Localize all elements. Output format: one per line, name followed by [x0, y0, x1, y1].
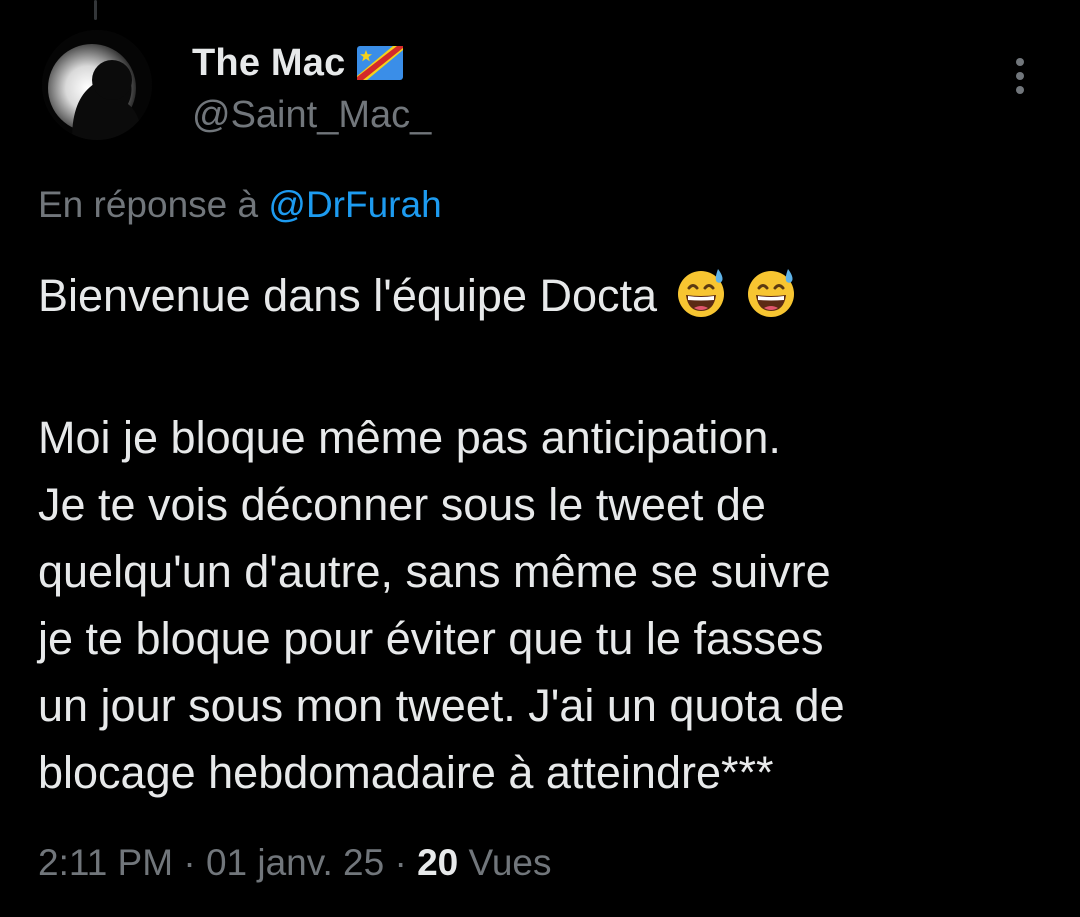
reply-prefix: En réponse à — [38, 184, 259, 225]
drc-flag-icon — [357, 46, 404, 80]
more-dot-icon — [1016, 86, 1024, 94]
views-label: Vues — [458, 842, 552, 883]
more-options-button[interactable] — [1000, 56, 1040, 96]
author-handle[interactable]: @Saint_Mac_ — [192, 94, 431, 137]
tweet-date[interactable]: 01 janv. 25 — [206, 842, 384, 883]
grinning-sweat-emoji — [744, 265, 798, 337]
more-dot-icon — [1016, 72, 1024, 80]
tweet-line: quelqu'un d'autre, sans même se suivre — [38, 546, 831, 597]
tweet-line-text: Bienvenue dans l'équipe Docta — [38, 270, 658, 321]
author-display-name[interactable]: The Mac — [192, 42, 345, 85]
tweet-time[interactable]: 2:11 PM — [38, 842, 173, 883]
tweet-line: je te bloque pour éviter que tu le fasse… — [38, 613, 824, 664]
tweet-line: Je te vois déconner sous le tweet de — [38, 479, 766, 530]
meta-separator: · — [173, 842, 206, 883]
avatar[interactable] — [42, 30, 152, 140]
tweet-line: Moi je bloque même pas anticipation. — [38, 412, 781, 463]
tweet-line: blocage hebdomadaire à atteindre*** — [38, 747, 774, 798]
tweet-line: Bienvenue dans l'équipe Docta — [38, 262, 1048, 337]
thread-connector-line — [94, 0, 97, 20]
reply-mention-link[interactable]: @DrFurah — [268, 184, 441, 225]
views-count[interactable]: 20 — [417, 842, 458, 883]
reply-context: En réponse à @DrFurah — [38, 184, 442, 226]
tweet-line: un jour sous mon tweet. J'ai un quota de — [38, 680, 845, 731]
grinning-sweat-emoji — [674, 265, 728, 337]
tweet-text: Bienvenue dans l'équipe Docta Moi je blo… — [38, 262, 1048, 806]
more-dot-icon — [1016, 58, 1024, 66]
tweet-meta: 2:11 PM · 01 janv. 25 · 20 Vues — [38, 842, 552, 884]
author-name-row: The Mac — [192, 38, 404, 88]
meta-separator: · — [384, 842, 418, 883]
